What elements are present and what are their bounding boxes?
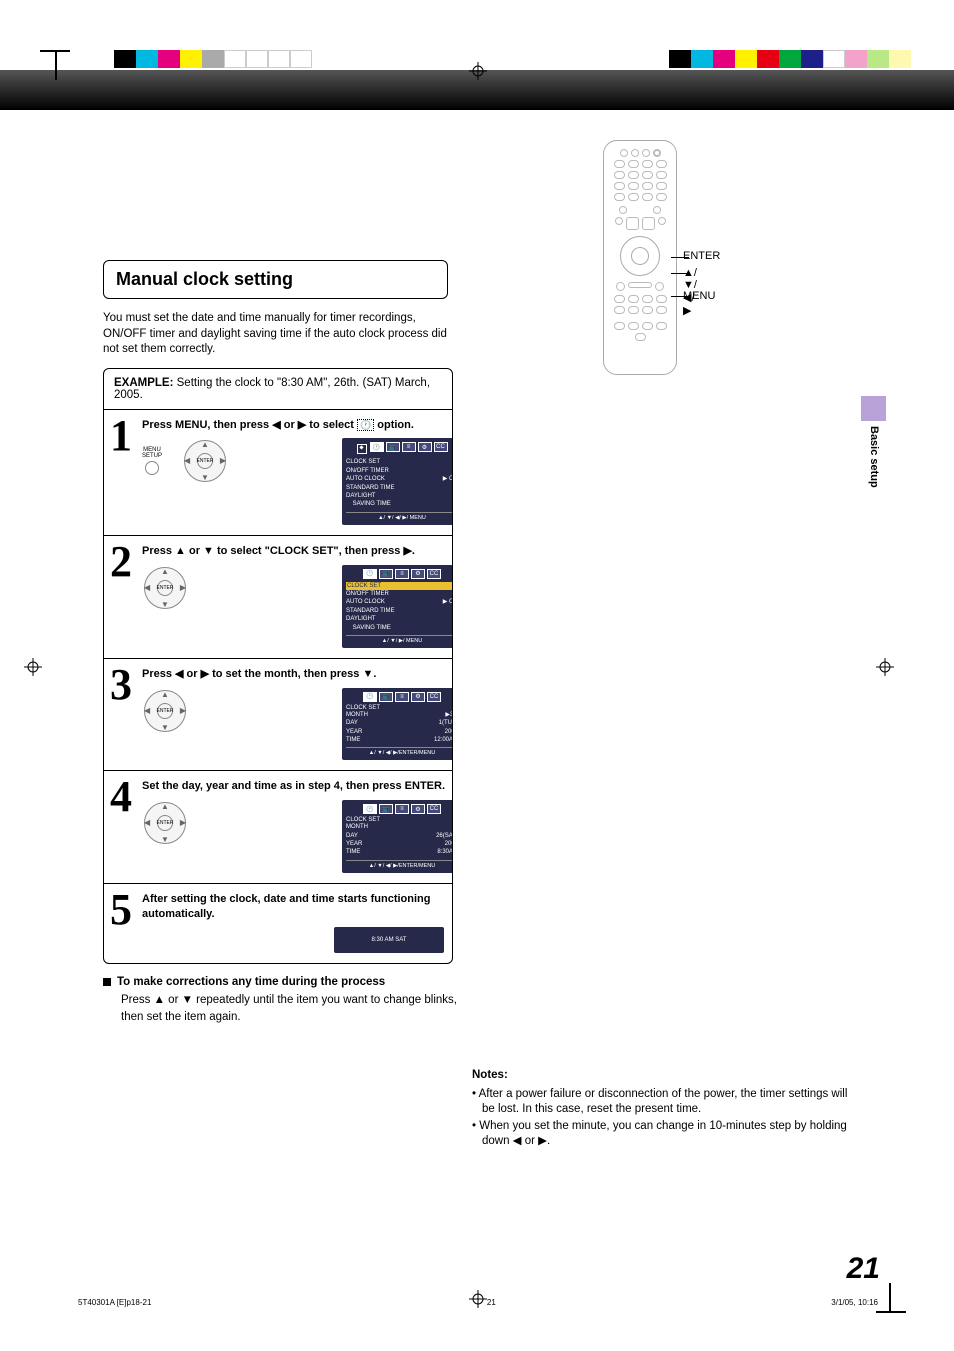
step-instruction: Press ▲ or ▼ to select "CLOCK SET", then…	[142, 544, 453, 559]
dpad-icon: ENTER ▲▼ ◀▶	[142, 688, 188, 734]
dpad-icon: ENTER ▲▼ ◀▶	[142, 565, 188, 611]
corrections-body: Press ▲ or ▼ repeatedly until the item y…	[121, 992, 463, 1024]
square-bullet-icon	[103, 978, 111, 986]
nav-diamond-icon: ⬥	[357, 444, 367, 454]
osd-screen-1: ⬥ 🕐📺≡⚙CC CLOCK SET▶ ON/OFF TIMER▶ AUTO C…	[342, 438, 453, 524]
step-1: 1 Press MENU, then press ◀ or ▶ to selec…	[104, 410, 452, 536]
example-label: EXAMPLE:	[114, 377, 173, 389]
remote-label-menu: MENU	[683, 290, 715, 302]
crop-corner-icon	[40, 40, 80, 80]
corrections-section: To make corrections any time during the …	[103, 976, 463, 1024]
registration-mark-icon	[24, 658, 42, 679]
step-5: 5 After setting the clock, date and time…	[104, 884, 452, 964]
footer-filename: 5T40301A [E]p18-21	[78, 1298, 151, 1307]
footer-meta: 5T40301A [E]p18-21 21 3/1/05, 10:16	[78, 1298, 878, 1307]
steps-container: EXAMPLE: Setting the clock to "8:30 AM",…	[103, 368, 453, 965]
note-item: • After a power failure or disconnection…	[472, 1087, 852, 1118]
section-title: Manual clock setting	[116, 269, 435, 290]
step-number: 3	[110, 667, 142, 760]
intro-paragraph: You must set the date and time manually …	[103, 311, 453, 358]
example-row: EXAMPLE: Setting the clock to "8:30 AM",…	[104, 369, 452, 410]
dpad-icon: ENTER ▲▼ ◀▶	[142, 800, 188, 846]
step-4: 4 Set the day, year and time as in step …	[104, 771, 452, 883]
clock-option-icon: 🕐	[357, 419, 374, 431]
note-item: • When you set the minute, you can chang…	[472, 1119, 852, 1150]
remote-label-enter: ENTER	[683, 250, 720, 262]
step-2: 2 Press ▲ or ▼ to select "CLOCK SET", th…	[104, 536, 452, 659]
footer-datetime: 3/1/05, 10:16	[831, 1298, 878, 1307]
footer-page: 21	[487, 1298, 496, 1307]
remote-illustration: ENTER ▲/▼/◀/▶ MENU	[603, 140, 677, 375]
corrections-heading: To make corrections any time during the …	[117, 976, 385, 988]
clock-display: 8:30 AM SAT	[334, 927, 444, 953]
step-instruction: Set the day, year and time as in step 4,…	[142, 779, 453, 794]
osd-screen-3: 🕐📺≡⚙CC CLOCK SET MONTH▶3◀ DAY1(TUE) YEAR…	[342, 688, 453, 761]
menu-setup-button-icon: MENU SETUP	[142, 447, 162, 475]
step-number: 2	[110, 544, 142, 648]
page-number: 21	[847, 1252, 880, 1286]
step-instruction: Press MENU, then press ◀ or ▶ to select …	[142, 418, 453, 433]
registration-mark-icon	[469, 62, 487, 83]
step-instruction: After setting the clock, date and time s…	[142, 892, 444, 922]
step-number: 5	[110, 892, 142, 954]
step-number: 1	[110, 418, 142, 525]
osd-screen-4: 🕐📺≡⚙CC CLOCK SET MONTH3 DAY26(SAT) YEAR2…	[342, 800, 453, 873]
section-title-box: Manual clock setting	[103, 260, 448, 299]
osd-screen-2: 🕐📺≡⚙CC CLOCK SET▶ ON/OFF TIMER▶ AUTO CLO…	[342, 565, 453, 648]
dpad-icon: ENTER ▲▼ ◀▶	[182, 438, 228, 484]
notes-section: Notes: • After a power failure or discon…	[472, 1068, 852, 1150]
step-instruction: Press ◀ or ▶ to set the month, then pres…	[142, 667, 453, 682]
step-3: 3 Press ◀ or ▶ to set the month, then pr…	[104, 659, 452, 771]
step-number: 4	[110, 779, 142, 872]
notes-heading: Notes:	[472, 1068, 852, 1084]
